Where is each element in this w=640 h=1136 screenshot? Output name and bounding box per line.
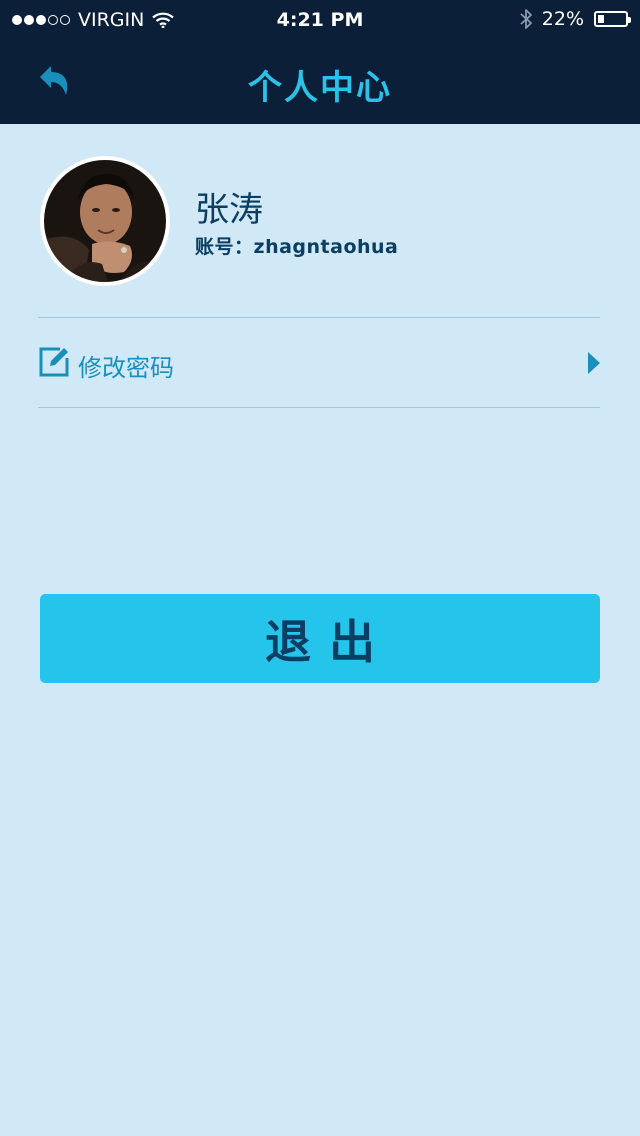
page-title: 个人中心 xyxy=(248,68,392,108)
user-name: 张涛 xyxy=(195,190,263,230)
status-bar: VIRGIN 4:21 PM 22% xyxy=(0,0,640,40)
bluetooth-icon xyxy=(520,9,532,29)
battery-percent: 22% xyxy=(541,8,584,30)
account-value: zhagntaohua xyxy=(253,236,399,258)
edit-icon xyxy=(39,347,69,377)
account-line: 账号：zhagntaohua xyxy=(195,232,398,259)
account-label: 账号： xyxy=(195,236,254,258)
menu-item-label: 修改密码 xyxy=(78,354,174,382)
avatar-photo xyxy=(44,160,166,282)
divider-bottom xyxy=(38,407,600,408)
top-bar: VIRGIN 4:21 PM 22% 个人中心 xyxy=(0,0,640,124)
logout-button[interactable]: 退出 xyxy=(40,594,600,683)
status-right: 22% xyxy=(520,8,631,30)
menu-item-change-password[interactable]: 修改密码 xyxy=(38,318,600,407)
battery-fill xyxy=(598,15,604,23)
battery-icon xyxy=(594,11,631,27)
chevron-right-icon xyxy=(588,352,600,374)
avatar[interactable] xyxy=(40,156,170,286)
navigation-bar: 个人中心 xyxy=(0,40,640,124)
